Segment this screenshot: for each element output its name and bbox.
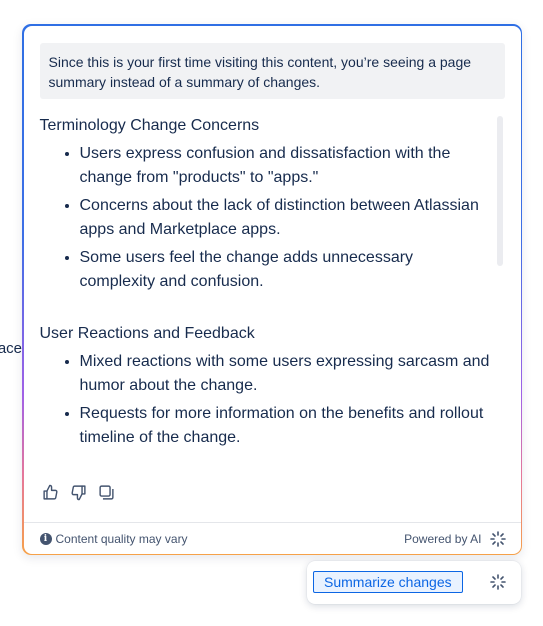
summarize-toolbar: Summarize changes <box>307 561 521 604</box>
thumbs-up-icon[interactable] <box>42 484 60 502</box>
thumbs-down-icon[interactable] <box>70 484 88 502</box>
feedback-actions <box>42 484 116 502</box>
quality-note-text: Content quality may vary <box>55 531 188 546</box>
scrollbar-thumb[interactable] <box>496 115 503 266</box>
copy-icon[interactable] <box>98 484 116 502</box>
ai-sparkle-icon[interactable] <box>490 574 506 590</box>
ai-sparkle-icon <box>489 530 506 547</box>
section-heading: Terminology Change Concerns <box>39 116 260 134</box>
quality-note: i Content quality may vary <box>39 531 188 546</box>
background-partial-text: Marketplace <box>0 340 22 357</box>
summary-section: Terminology Change Concerns Users expres… <box>40 114 490 294</box>
panel-footer: i Content quality may vary Powered by AI <box>23 521 521 554</box>
bullet-item: Users express confusion and dissatisfact… <box>80 142 490 190</box>
powered-by: Powered by AI <box>404 530 506 547</box>
info-icon: i <box>39 532 52 545</box>
bullet-item: Some users feel the change adds unnecess… <box>80 246 490 294</box>
first-visit-notice: Since this is your first time visiting t… <box>39 42 505 99</box>
summarize-changes-button[interactable]: Summarize changes <box>313 571 463 593</box>
section-heading: User Reactions and Feedback <box>39 324 255 342</box>
bullet-list: Mixed reactions with some users expressi… <box>40 350 490 450</box>
bullet-item: Requests for more information on the ben… <box>80 402 490 450</box>
bullet-list: Users express confusion and dissatisfact… <box>40 142 490 294</box>
summary-popup: Since this is your first time visiting t… <box>22 24 522 555</box>
summary-section: User Reactions and Feedback Mixed reacti… <box>40 322 490 450</box>
page: Marketplace Since this is your first tim… <box>0 0 543 626</box>
summary-content: Terminology Change Concerns Users expres… <box>40 114 490 454</box>
bullet-item: Concerns about the lack of distinction b… <box>80 194 490 242</box>
bullet-item: Mixed reactions with some users expressi… <box>80 350 490 398</box>
powered-by-text: Powered by AI <box>404 531 482 546</box>
summary-panel: Since this is your first time visiting t… <box>23 25 521 554</box>
